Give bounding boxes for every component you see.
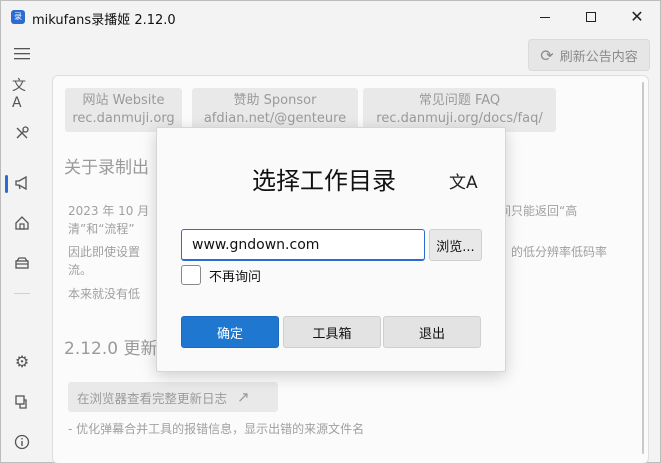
dialog-title: 选择工作目录 <box>252 167 396 195</box>
select-workdir-dialog: 选择工作目录 文A 浏览... 不再询问 确定 工具箱 退出 <box>156 127 506 372</box>
browse-button[interactable]: 浏览... <box>429 229 482 261</box>
confirm-button[interactable]: 确定 <box>181 316 279 348</box>
app-window: 录 mikufans录播姬 2.12.0 ✕ 文A ⚙ ⟳ 刷新公告内容 网站 … <box>0 0 661 463</box>
toolbox-button[interactable]: 工具箱 <box>283 316 381 348</box>
exit-button[interactable]: 退出 <box>383 316 481 348</box>
workdir-path-input[interactable] <box>181 229 425 261</box>
modal-overlay: 选择工作目录 文A 浏览... 不再询问 确定 工具箱 退出 <box>1 1 661 463</box>
dont-ask-checkbox[interactable] <box>181 265 201 285</box>
translate-icon: 文A <box>449 173 478 193</box>
dont-ask-label: 不再询问 <box>209 269 262 285</box>
dont-ask-row[interactable]: 不再询问 <box>181 265 261 285</box>
language-switch-button[interactable]: 文A <box>449 168 478 193</box>
